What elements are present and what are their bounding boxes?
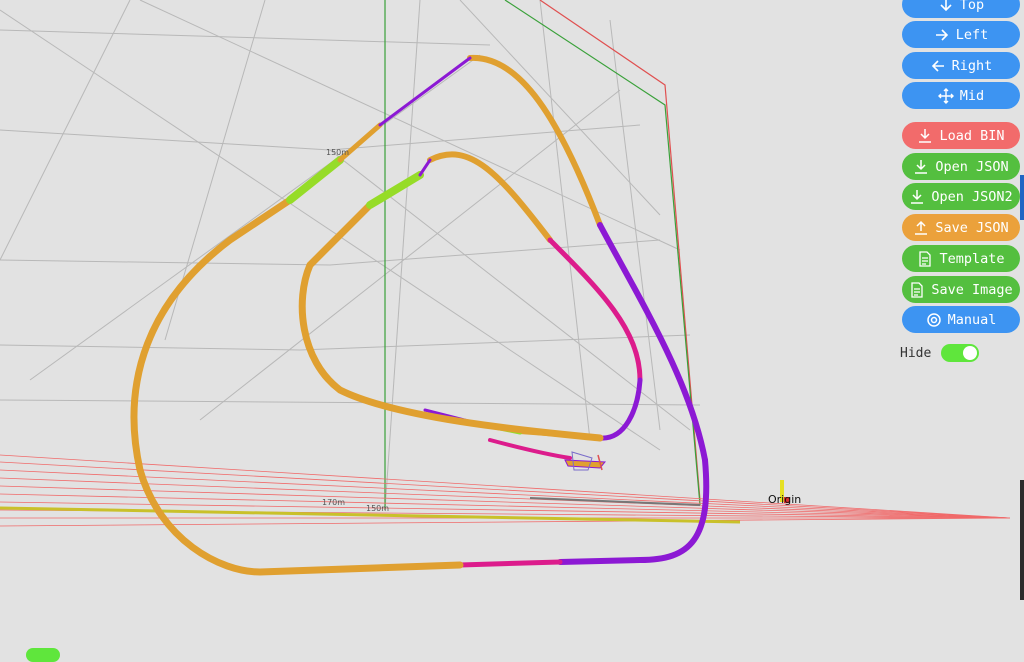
3d-flight-viewport[interactable]: 150m 170m 150m Origin	[0, 0, 1024, 655]
distance-label: 150m	[366, 504, 389, 513]
move-icon	[937, 87, 954, 104]
toggle-knob	[963, 346, 978, 360]
ground-grid	[0, 454, 1011, 527]
origin-label: Origin	[768, 493, 801, 506]
left-view-button[interactable]: Left	[902, 21, 1020, 48]
document-icon	[909, 281, 925, 298]
template-label: Template	[939, 250, 1005, 267]
distance-label: 150m	[326, 148, 349, 157]
download-icon	[909, 189, 925, 205]
edge-strip	[1020, 175, 1024, 220]
right-view-label: Right	[951, 57, 993, 74]
top-view-label: Top	[959, 0, 985, 13]
save-image-button[interactable]: Save Image	[902, 276, 1020, 303]
save-json-button[interactable]: Save JSON	[902, 214, 1020, 241]
manual-label: Manual	[947, 311, 997, 328]
save-image-label: Save Image	[931, 281, 1013, 298]
control-panel: Top Left Right Mid Load BIN Open JSON Op…	[900, 0, 1024, 380]
download-icon	[913, 159, 929, 175]
download-icon	[917, 128, 933, 144]
distance-label: 170m	[322, 498, 345, 507]
mid-view-button[interactable]: Mid	[902, 82, 1020, 109]
load-bin-label: Load BIN	[939, 127, 1005, 144]
open-json2-label: Open JSON2	[931, 188, 1013, 205]
open-json2-button[interactable]: Open JSON2	[902, 183, 1020, 210]
template-button[interactable]: Template	[902, 245, 1020, 272]
edge-strip	[1020, 480, 1024, 600]
mid-view-label: Mid	[959, 87, 985, 104]
open-json-label: Open JSON	[935, 158, 1009, 175]
arrow-down-icon	[938, 0, 954, 13]
top-view-button[interactable]: Top	[902, 0, 1020, 18]
right-view-button[interactable]: Right	[902, 52, 1020, 79]
hide-toggle[interactable]	[941, 344, 980, 362]
hide-toggle-row: Hide	[900, 344, 980, 362]
upload-icon	[913, 220, 929, 236]
airplane-model	[564, 451, 607, 471]
save-json-label: Save JSON	[935, 219, 1009, 236]
hide-label: Hide	[900, 345, 932, 361]
left-view-label: Left	[955, 26, 989, 43]
load-bin-button[interactable]: Load BIN	[902, 122, 1020, 149]
arrow-left-icon	[930, 58, 946, 74]
lifebuoy-icon	[926, 312, 942, 328]
manual-button[interactable]: Manual	[902, 306, 1020, 333]
grid-lines	[0, 0, 701, 511]
bottom-toggle[interactable]	[26, 648, 60, 662]
document-icon	[917, 250, 933, 267]
open-json-button[interactable]: Open JSON	[902, 153, 1020, 180]
arrow-right-icon	[934, 27, 950, 43]
